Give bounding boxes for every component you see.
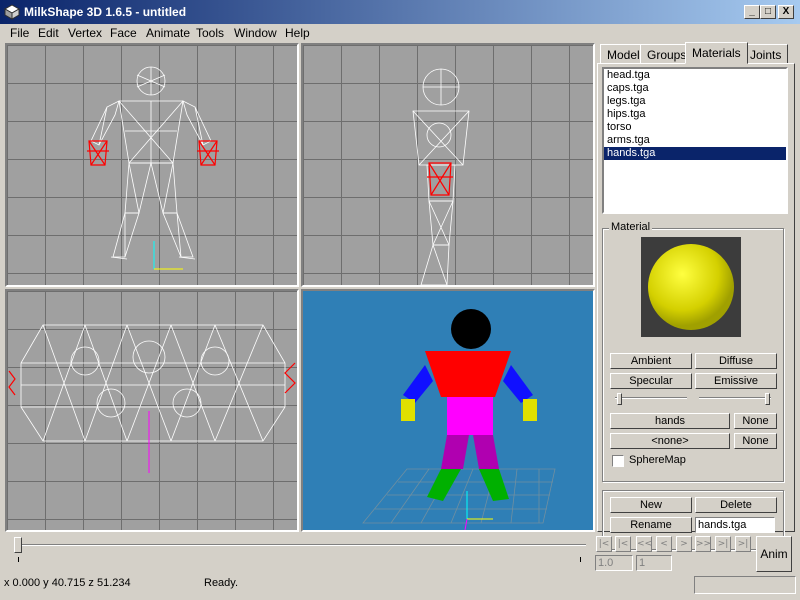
milkshape-window: MilkShape 3D 1.6.5 - untitled _ □ X File…: [0, 0, 800, 600]
alpha-texture-button[interactable]: <none>: [610, 433, 730, 449]
menu-file[interactable]: File: [10, 26, 29, 40]
menu-vertex[interactable]: Vertex: [68, 26, 102, 40]
last-frame-button[interactable]: >|: [735, 536, 751, 552]
front-wireframe: [87, 66, 219, 270]
list-item-selected[interactable]: hands.tga: [604, 147, 786, 160]
next-key-button[interactable]: >|: [715, 536, 731, 552]
coordinates-readout: x 0.000 y 40.715 z 51.234: [4, 577, 131, 589]
ambient-button[interactable]: Ambient: [610, 353, 692, 369]
frame-slider[interactable]: [14, 544, 586, 546]
side-viewport[interactable]: [301, 43, 595, 287]
maximize-button[interactable]: □: [760, 5, 776, 19]
material-preview: [641, 237, 741, 337]
shininess-slider[interactable]: [615, 397, 687, 399]
rewind-button[interactable]: <<: [636, 536, 652, 552]
minimize-button[interactable]: _: [744, 5, 760, 19]
milkshape-app-icon: [4, 4, 20, 20]
spheremap-checkbox[interactable]: [612, 455, 624, 467]
prev-key-button[interactable]: |<: [615, 536, 631, 552]
perspective-viewport[interactable]: [301, 289, 595, 532]
frame-slider-thumb[interactable]: [14, 537, 22, 553]
fast-forward-button[interactable]: >>: [695, 536, 711, 552]
rename-material-button[interactable]: Rename: [610, 517, 692, 533]
new-material-button[interactable]: New: [610, 497, 692, 513]
materials-list[interactable]: head.tga caps.tga legs.tga hips.tga tors…: [602, 67, 788, 214]
top-wireframe: [8, 324, 296, 473]
anim-button[interactable]: Anim: [756, 536, 792, 572]
transparency-slider[interactable]: [699, 397, 771, 399]
list-item[interactable]: legs.tga: [604, 95, 786, 108]
diffuse-button[interactable]: Diffuse: [695, 353, 777, 369]
list-item[interactable]: hips.tga: [604, 108, 786, 121]
close-button[interactable]: X: [778, 5, 794, 19]
frame-end-field[interactable]: 1: [636, 555, 672, 571]
menu-animate[interactable]: Animate: [146, 26, 190, 40]
material-group-label: Material: [609, 221, 653, 233]
top-viewport[interactable]: [5, 289, 299, 532]
front-viewport[interactable]: [5, 43, 299, 287]
status-cell: [694, 576, 796, 594]
list-item[interactable]: caps.tga: [604, 82, 786, 95]
tab-materials[interactable]: Materials: [685, 42, 748, 64]
menu-face[interactable]: Face: [110, 26, 137, 40]
list-item[interactable]: head.tga: [604, 69, 786, 82]
delete-material-button[interactable]: Delete: [695, 497, 777, 513]
next-frame-button[interactable]: >: [676, 536, 692, 552]
prev-frame-button[interactable]: <: [656, 536, 672, 552]
menu-bar: File Edit Vertex Face Animate Tools Wind…: [0, 24, 800, 42]
sphere-preview-icon: [648, 244, 734, 330]
materials-panel: Model Groups Materials Joints head.tga c…: [597, 42, 800, 550]
menu-help[interactable]: Help: [285, 26, 310, 40]
texture-none-button[interactable]: None: [734, 413, 777, 429]
frame-tick: [18, 557, 19, 562]
specular-button[interactable]: Specular: [610, 373, 692, 389]
spheremap-label: SphereMap: [629, 454, 686, 466]
frame-start-field[interactable]: 1.0: [595, 555, 633, 571]
emissive-button[interactable]: Emissive: [695, 373, 777, 389]
material-groupbox: Material Ambient Diffuse Specular Emissi: [602, 221, 784, 482]
list-item[interactable]: torso: [604, 121, 786, 134]
frame-tick: [580, 557, 581, 562]
first-frame-button[interactable]: |<: [596, 536, 612, 552]
tab-joints[interactable]: Joints: [743, 44, 789, 64]
alpha-texture-none-button[interactable]: None: [734, 433, 777, 449]
status-bar: x 0.000 y 40.715 z 51.234 Ready.: [0, 575, 800, 600]
menu-window[interactable]: Window: [234, 26, 277, 40]
transparency-slider-thumb[interactable]: [765, 393, 770, 405]
shininess-slider-thumb[interactable]: [617, 393, 622, 405]
texture-button[interactable]: hands: [610, 413, 730, 429]
title-bar[interactable]: MilkShape 3D 1.6.5 - untitled _ □ X: [0, 0, 800, 24]
rendered-model: [362, 309, 556, 530]
status-message: Ready.: [204, 577, 239, 589]
list-item[interactable]: arms.tga: [604, 134, 786, 147]
menu-tools[interactable]: Tools: [196, 26, 224, 40]
side-wireframe: [412, 68, 470, 285]
window-title: MilkShape 3D 1.6.5 - untitled: [24, 5, 187, 19]
animation-bar: |< |< << < > >> >| >| 1.0 1 Anim: [0, 533, 800, 575]
menu-edit[interactable]: Edit: [38, 26, 59, 40]
material-name-field[interactable]: hands.tga: [695, 517, 775, 533]
